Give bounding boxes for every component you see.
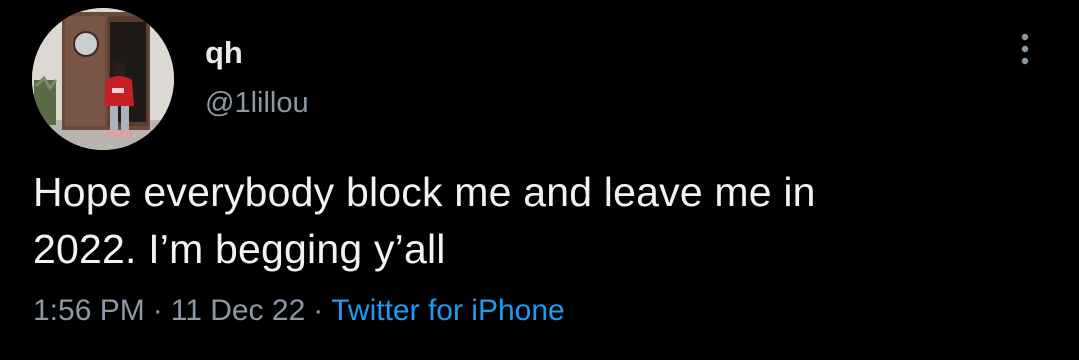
tweet-text-line: 2022. I’m begging y’all [33, 226, 446, 272]
tweet-card: qh @1lillou Hope everybody block me and … [0, 0, 1079, 360]
tweet-time[interactable]: 1:56 PM [33, 294, 145, 327]
more-vertical-icon[interactable] [1010, 30, 1040, 68]
tweet-text-line: Hope everybody block me and leave me in [33, 169, 816, 215]
author-display-name[interactable]: qh [205, 37, 243, 68]
avatar-photo [32, 8, 174, 150]
meta-separator: · [313, 294, 324, 327]
meta-separator: · [152, 294, 163, 327]
author-handle[interactable]: @1lillou [205, 89, 309, 118]
tweet-text: Hope everybody block me and leave me in … [33, 164, 1043, 278]
avatar[interactable] [32, 8, 174, 150]
tweet-date[interactable]: 11 Dec 22 [171, 294, 306, 327]
tweet-source-link[interactable]: Twitter for iPhone [331, 294, 564, 327]
tweet-meta: 1:56 PM · 11 Dec 22 · Twitter for iPhone [33, 293, 565, 329]
